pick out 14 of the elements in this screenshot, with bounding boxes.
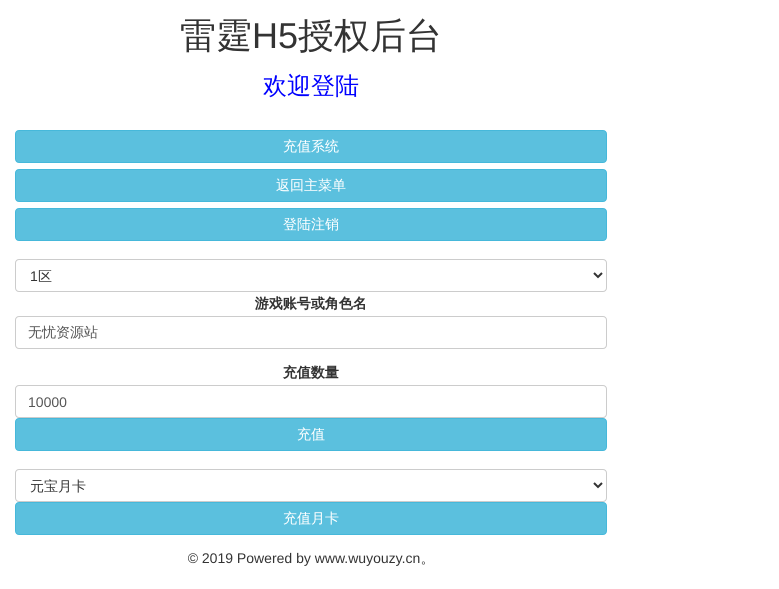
footer-text: © 2019 Powered by www.wuyouzy.cn。 (186, 549, 436, 567)
server-select[interactable]: 1区 (15, 259, 607, 292)
menu-button[interactable]: 返回主菜单 (15, 169, 607, 202)
welcome-heading: 欢迎登陆 (262, 72, 360, 102)
page-title: 雷霆H5授权后台 (178, 14, 444, 58)
menu-button[interactable]: 充值系统 (15, 130, 607, 163)
account-input[interactable]: 无忧资源站 (15, 316, 607, 349)
field-label: 充值数量 (282, 363, 340, 381)
recharge-button[interactable]: 充值 (15, 418, 607, 451)
card-select[interactable]: 元宝月卡 (15, 469, 607, 502)
card-recharge-button[interactable]: 充值月卡 (15, 502, 607, 535)
amount-input[interactable]: 10000 (15, 385, 607, 418)
field-label: 游戏账号或角色名 (254, 294, 368, 312)
menu-button[interactable]: 登陆注销 (15, 208, 607, 241)
